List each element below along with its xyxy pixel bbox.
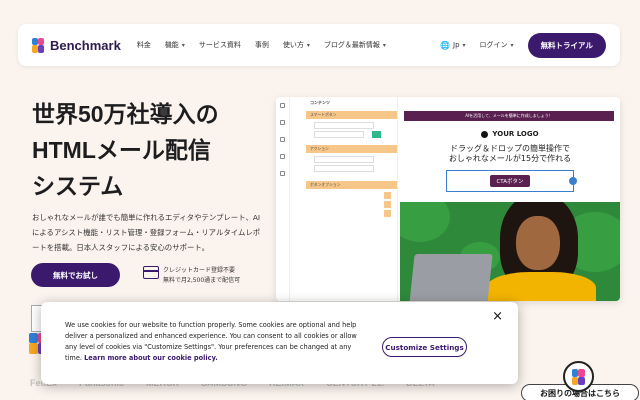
close-icon[interactable]: × [492, 309, 503, 324]
top-nav: Benchmark 料金 機能 ▾ サービス資料 事例 使い方 ▾ ブログ＆最新情報… [18, 24, 620, 66]
panel-title: コンテンツ [310, 100, 330, 105]
ai-banner: AIを活用して、メールを簡単に作成しましょう！ [404, 111, 614, 121]
panel-input [314, 156, 374, 163]
checkbox-icon [384, 192, 391, 199]
language-selector[interactable]: 🌐 Jp ▾ [440, 41, 466, 50]
menu-item-documents[interactable]: サービス資料 [199, 40, 241, 50]
add-block-icon [569, 177, 577, 185]
panel-input [314, 131, 364, 138]
layout-icon [280, 154, 285, 159]
main-menu: 料金 機能 ▾ サービス資料 事例 使い方 ▾ ブログ＆最新情報 ▾ [137, 40, 386, 50]
brand-name: Benchmark [50, 37, 121, 53]
checkbox-icon [384, 210, 391, 217]
benchmark-logo-icon [572, 368, 585, 385]
cta-block: CTAボタン [446, 170, 577, 192]
button-options-section: ボタンオプション [306, 181, 397, 189]
checkbox-icon [384, 201, 391, 208]
add-icon [372, 131, 381, 138]
cookie-text: We use cookies for our website to functi… [65, 321, 357, 362]
editor-toolbar [276, 97, 290, 301]
chevron-down-icon: ▾ [181, 41, 185, 49]
nav-right: 🌐 Jp ▾ ログイン ▾ 無料トライアル [440, 32, 606, 58]
menu-item-blog[interactable]: ブログ＆最新情報 ▾ [324, 40, 386, 50]
panel-input [314, 165, 374, 172]
globe-icon: 🌐 [440, 40, 451, 50]
menu-item-cases[interactable]: 事例 [255, 40, 269, 50]
editor-preview: コンテンツ スマートボタン アクション ボタンオプション AIを活用して、メール… [276, 97, 620, 301]
email-cta-button: CTAボタン [490, 175, 530, 187]
credit-card-icon [143, 266, 159, 279]
login-link[interactable]: ログイン ▾ [480, 40, 514, 50]
image-icon [280, 137, 285, 142]
cookie-banner: We use cookies for our website to functi… [41, 302, 518, 384]
hero-title: 世界50万社導入の HTMLメール配信 システム [32, 101, 219, 199]
hero-description: おしゃれなメールが誰でも簡単に作れるエディタやテンプレート、AIによるアシスト機… [32, 213, 261, 252]
text-icon [280, 120, 285, 125]
menu-item-howto[interactable]: 使い方 ▾ [283, 40, 310, 50]
editor-settings-panel: コンテンツ スマートボタン アクション ボタンオプション [306, 97, 398, 301]
template-icon [280, 171, 285, 176]
email-logo: YOUR LOGO [400, 130, 620, 138]
help-widget-icon[interactable] [563, 361, 594, 392]
logo-dot-icon [481, 130, 489, 138]
block-icon [280, 103, 285, 108]
brand-logo[interactable]: Benchmark [32, 37, 121, 53]
chevron-down-icon: ▾ [462, 41, 466, 49]
chevron-down-icon: ▾ [510, 41, 514, 49]
free-trial-cta-button[interactable]: 無料でお試し [31, 263, 120, 287]
panel-input [314, 122, 374, 129]
menu-item-pricing[interactable]: 料金 [137, 40, 151, 50]
free-trial-button[interactable]: 無料トライアル [527, 32, 606, 58]
email-headline: ドラッグ＆ドロップの簡単操作で おしゃれなメールが15分で作れる [448, 144, 572, 163]
customize-settings-button[interactable]: Customize Settings [382, 337, 467, 357]
credit-card-note: クレジットカード登録不要 無料で月2,500通まで配信可 [143, 266, 240, 286]
benchmark-logo-icon [32, 37, 45, 53]
editor-canvas: AIを活用して、メールを簡単に作成しましょう！ YOUR LOGO ドラッグ＆ド… [400, 97, 620, 301]
email-hero-photo [400, 202, 620, 301]
panel-item: スマートボタン [306, 111, 397, 119]
action-section: アクション [306, 145, 397, 153]
menu-item-features[interactable]: 機能 ▾ [165, 40, 185, 50]
cookie-policy-link[interactable]: Learn more about our cookie policy. [84, 354, 218, 362]
chevron-down-icon: ▾ [382, 41, 386, 49]
chevron-down-icon: ▾ [306, 41, 310, 49]
